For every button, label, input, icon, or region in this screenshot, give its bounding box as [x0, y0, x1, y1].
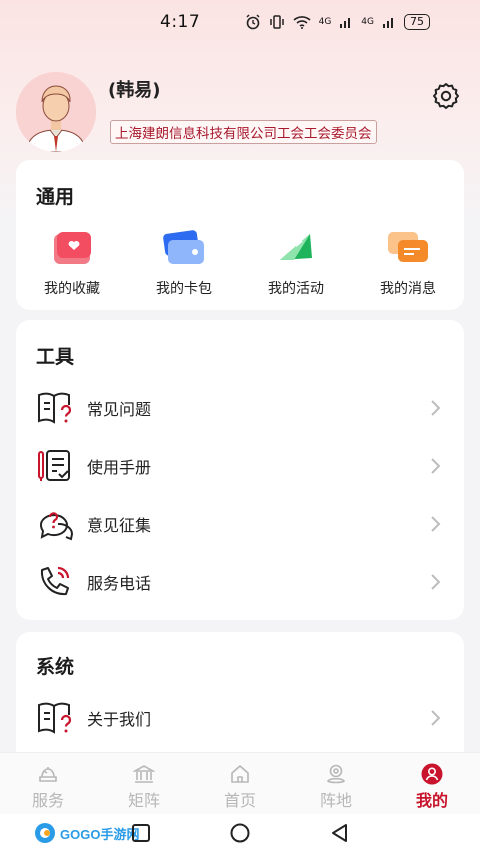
faq-book-icon [38, 392, 72, 424]
system-row-label: 关于我们 [87, 710, 152, 729]
activity-flag-icon [280, 234, 312, 260]
message-icon [388, 232, 428, 262]
avatar[interactable] [16, 72, 96, 152]
home-icon [231, 765, 249, 783]
tools-row-faq[interactable]: 常见问题 [16, 380, 464, 436]
tools-row-feedback[interactable]: 意见征集 [16, 496, 464, 552]
back-button[interactable] [329, 822, 351, 844]
home-button[interactable] [229, 822, 251, 844]
battery-indicator: 75 [404, 14, 430, 30]
watermark-logo-icon [35, 823, 55, 843]
system-section: 系统 关于我们 [16, 632, 464, 762]
wifi-icon [293, 16, 311, 29]
status-bar: 4:17 4G 4G 75 [0, 0, 480, 44]
status-time: 4:17 [160, 12, 201, 32]
tab-mine[interactable]: 我的 [384, 753, 480, 814]
manual-icon [38, 450, 70, 481]
settings-button[interactable] [430, 80, 462, 112]
gear-icon [433, 83, 459, 109]
general-item-activity[interactable]: 我的活动 [240, 230, 352, 298]
location-icon [326, 764, 346, 784]
tools-row-label: 意见征集 [87, 516, 152, 535]
tab-matrix[interactable]: 矩阵 [96, 753, 192, 814]
system-nav-bar: GOGO手游网 [0, 814, 480, 853]
signal-icon-2 [383, 18, 393, 28]
section-title-system: 系统 [36, 656, 75, 678]
tools-row-label: 服务电话 [87, 574, 152, 593]
user-avatar-icon [16, 72, 96, 152]
organization-tag: 上海建朗信息科技有限公司工会工会委员会 [110, 120, 377, 144]
tools-row-manual[interactable]: 使用手册 [16, 438, 464, 494]
watermark: GOGO手游网 [34, 821, 139, 845]
general-item-favorites[interactable]: 我的收藏 [16, 230, 128, 298]
general-item-card-wallet[interactable]: 我的卡包 [128, 230, 240, 298]
chevron-right-icon [431, 574, 441, 590]
general-item-label: 我的活动 [268, 281, 324, 297]
section-title-tools: 工具 [36, 346, 75, 368]
chevron-right-icon [431, 400, 441, 416]
network-label-2: 4G [361, 17, 374, 27]
general-item-label: 我的收藏 [44, 281, 100, 297]
institution-icon [133, 765, 155, 783]
bottom-tab-bar: 服务 矩阵 首页 阵地 我的 [0, 752, 480, 814]
general-grid: 我的收藏 我的卡包 我的活动 我的消息 [16, 230, 464, 298]
vibrate-icon [269, 15, 284, 29]
general-item-label: 我的卡包 [156, 281, 212, 297]
tab-home[interactable]: 首页 [192, 753, 288, 814]
tools-row-phone[interactable]: 服务电话 [16, 554, 464, 610]
tab-label: 服务 [31, 791, 64, 810]
tab-label: 我的 [415, 791, 448, 810]
status-icons: 4G 4G 75 [245, 14, 430, 30]
chevron-right-icon [431, 458, 441, 474]
service-icon [39, 767, 57, 782]
chevron-right-icon [431, 710, 441, 726]
phone-icon [40, 566, 70, 596]
feedback-icon [39, 512, 74, 541]
tab-label: 阵地 [319, 791, 352, 810]
profile-header: (韩易) 上海建朗信息科技有限公司工会工会委员会 [16, 70, 464, 152]
tools-row-label: 常见问题 [87, 400, 152, 419]
alarm-icon [246, 14, 260, 30]
tools-row-label: 使用手册 [87, 458, 152, 477]
general-item-label: 我的消息 [380, 281, 436, 297]
network-label-1: 4G [318, 17, 332, 27]
signal-icon [340, 18, 351, 28]
tab-label: 首页 [223, 791, 256, 810]
about-book-icon [38, 702, 72, 734]
tools-section: 工具 常见问题 使用手册 意见征集 服务电话 [16, 320, 464, 620]
watermark-text: GOGO手游网 [60, 826, 140, 842]
general-section: 通用 我的收藏 我的卡包 我的活动 我的消息 [16, 160, 464, 310]
tab-label: 矩阵 [127, 791, 160, 810]
user-profile-icon [421, 763, 443, 785]
tab-position[interactable]: 阵地 [288, 753, 384, 814]
section-title-general: 通用 [36, 186, 75, 208]
chevron-right-icon [431, 516, 441, 532]
card-wallet-icon [163, 230, 204, 264]
general-item-messages[interactable]: 我的消息 [352, 230, 464, 298]
tab-service[interactable]: 服务 [0, 753, 96, 814]
recent-apps-button[interactable] [130, 822, 152, 844]
favorites-icon [54, 232, 91, 264]
system-row-about[interactable]: 关于我们 [16, 690, 464, 746]
user-name: (韩易) [108, 80, 161, 101]
